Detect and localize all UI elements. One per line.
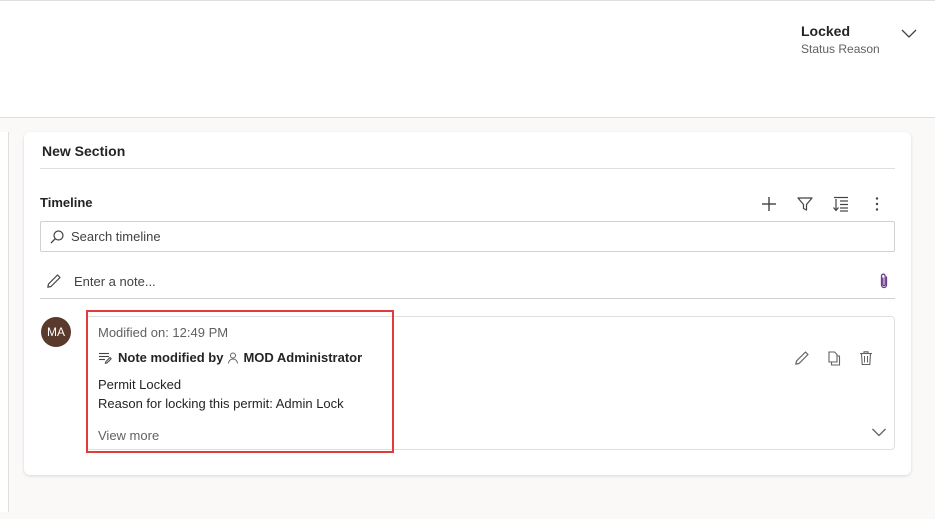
sort-icon: [833, 196, 848, 212]
search-icon: [50, 229, 64, 243]
left-panel-edge: [0, 132, 9, 512]
chevron-down-icon[interactable]: [900, 27, 918, 39]
plus-icon: [762, 197, 776, 211]
attachment-icon[interactable]: [877, 272, 891, 290]
enter-note-field[interactable]: Enter a note...: [40, 264, 895, 299]
edit-icon: [795, 351, 809, 365]
add-button[interactable]: [757, 192, 781, 216]
copy-button[interactable]: [823, 347, 845, 369]
avatar: MA: [41, 317, 71, 347]
search-timeline-input[interactable]: [71, 229, 851, 244]
timeline-title: Timeline: [40, 195, 93, 210]
chevron-down-icon[interactable]: [871, 427, 887, 437]
trash-icon: [860, 351, 872, 366]
status-reason-field[interactable]: Locked Status Reason: [801, 23, 880, 56]
search-timeline-box[interactable]: [40, 221, 895, 252]
edit-button[interactable]: [791, 347, 813, 369]
divider: [40, 168, 895, 169]
header-panel: Locked Status Reason: [0, 0, 935, 118]
status-reason-label: Status Reason: [801, 42, 880, 56]
filter-button[interactable]: [793, 192, 817, 216]
pencil-icon: [47, 274, 61, 288]
filter-icon: [797, 197, 813, 211]
highlight-box: [86, 310, 394, 453]
more-vertical-icon: [875, 197, 879, 211]
sort-button[interactable]: [829, 192, 853, 216]
status-reason-value: Locked: [801, 23, 851, 39]
more-options-button[interactable]: [865, 192, 889, 216]
delete-button[interactable]: [855, 347, 877, 369]
section-title: New Section: [42, 143, 126, 159]
note-placeholder: Enter a note...: [74, 273, 156, 289]
copy-icon: [828, 351, 841, 366]
